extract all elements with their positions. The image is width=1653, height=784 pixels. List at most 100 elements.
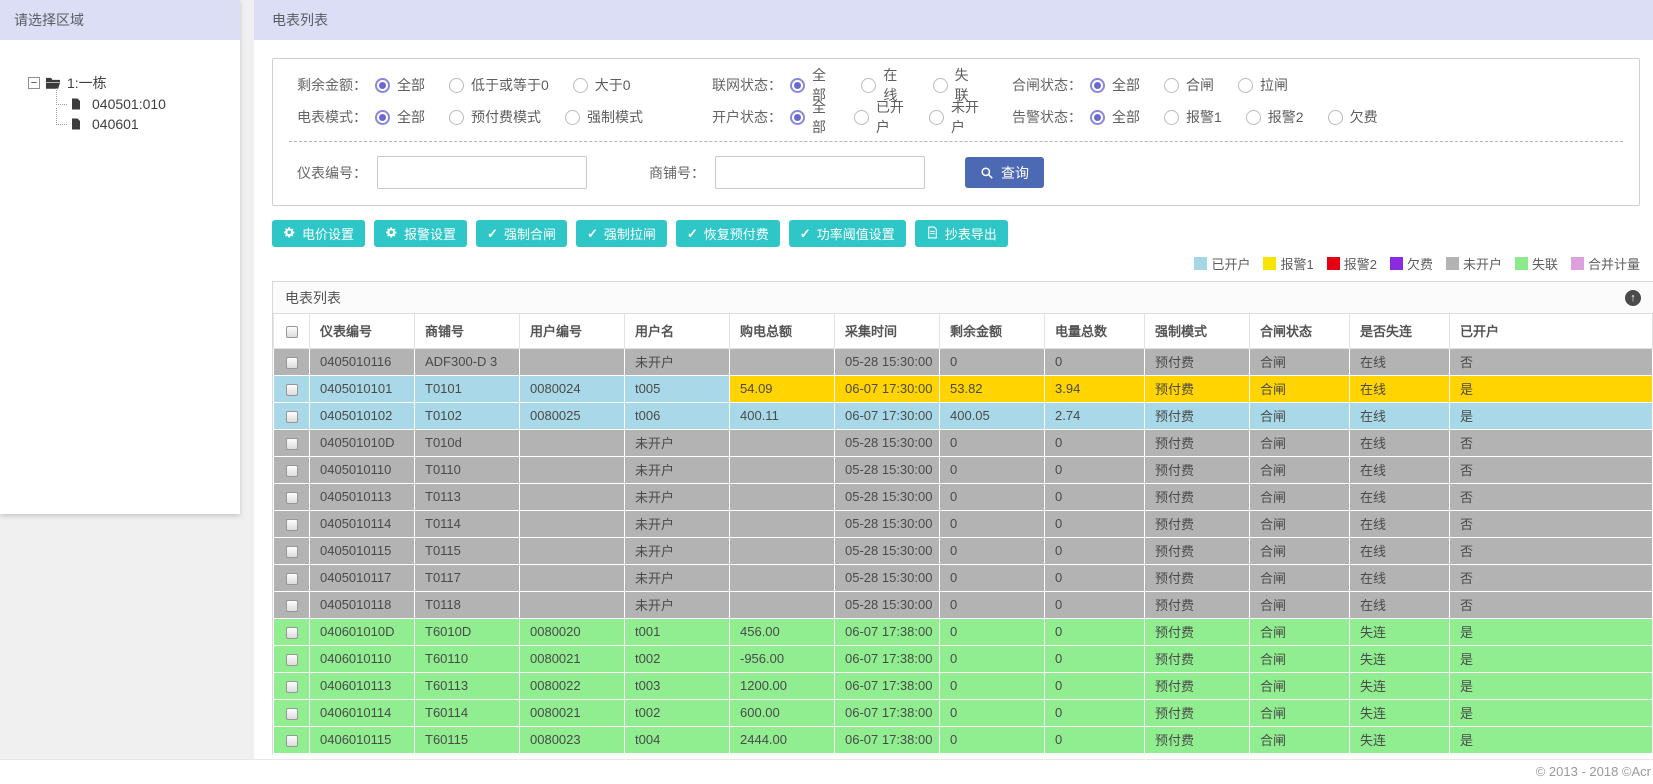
filter-group: 开户状态： 全部 已开户 未开户 xyxy=(704,97,1004,137)
table-cell: 否 xyxy=(1449,509,1653,538)
tree-node-meter[interactable]: 040501:010 xyxy=(54,88,240,114)
legend-item: 失联 xyxy=(1514,254,1558,273)
table-cell: 1200.00 xyxy=(729,671,835,700)
radio-option[interactable]: 已开户 xyxy=(853,97,905,137)
file-icon xyxy=(70,117,86,131)
toolbar-button-label: 电价设置 xyxy=(302,227,355,242)
radio-option[interactable]: 全部 xyxy=(375,107,425,127)
table-cell: 05-28 15:30:00 xyxy=(834,536,940,565)
export-button[interactable]: 抄表导出 xyxy=(914,220,1008,247)
table-cell: 0405010118 xyxy=(309,590,415,619)
table-cell: 是 xyxy=(1449,617,1653,646)
radio-icon xyxy=(1327,109,1343,125)
table-cell: 预付费 xyxy=(1144,455,1250,484)
table-cell: 未开户 xyxy=(624,347,730,376)
radio-option[interactable]: 全部 xyxy=(790,97,830,137)
row-checkbox[interactable] xyxy=(285,356,298,369)
main-content: 剩余金额： 全部 低于或等于0 大于0 联网状态： 全部 在线 失联 合闸状态： 全部 合闸 拉闸 电表… xyxy=(254,40,1653,758)
row-checkbox[interactable] xyxy=(285,734,298,747)
radio-option[interactable]: 合闸 xyxy=(1164,75,1214,95)
row-checkbox[interactable] xyxy=(285,599,298,612)
query-button-label: 查询 xyxy=(1001,164,1029,181)
row-checkbox-cell xyxy=(273,536,310,565)
radio-label: 全部 xyxy=(1112,77,1140,93)
power-threshold-button[interactable]: ✓ 功率阈值设置 xyxy=(788,220,906,247)
radio-option[interactable]: 拉闸 xyxy=(1238,75,1288,95)
row-checkbox[interactable] xyxy=(285,626,298,639)
tree-collapse-icon[interactable]: − xyxy=(28,77,40,89)
radio-icon xyxy=(375,109,390,125)
table-cell xyxy=(519,428,625,457)
force-close-button[interactable]: ✓ 强制合闸 xyxy=(476,220,567,247)
shop-no-input[interactable] xyxy=(715,156,925,189)
table-cell xyxy=(729,455,835,484)
radio-option[interactable]: 低于或等于0 xyxy=(449,75,549,95)
radio-option[interactable]: 报警2 xyxy=(1245,107,1304,127)
table-cell: 是 xyxy=(1449,671,1653,700)
tree-node-label: 040501:010 xyxy=(92,96,166,112)
table-cell: 53.82 xyxy=(939,374,1045,403)
query-button[interactable]: 查询 xyxy=(965,157,1044,188)
table-cell xyxy=(729,347,835,376)
row-checkbox[interactable] xyxy=(285,410,298,423)
collapse-panel-icon[interactable]: ↑ xyxy=(1625,289,1641,306)
filter-group: 电表模式： 全部 预付费模式 强制模式 xyxy=(289,107,704,127)
tree-node-label: 040601 xyxy=(92,116,139,132)
legend-item: 欠费 xyxy=(1389,254,1433,273)
table-cell: 0080025 xyxy=(519,401,625,430)
radio-option[interactable]: 欠费 xyxy=(1327,107,1378,127)
table-cell xyxy=(519,509,625,538)
radio-label: 低于或等于0 xyxy=(471,77,549,93)
table-cell: 预付费 xyxy=(1144,644,1250,673)
table-cell: 否 xyxy=(1449,536,1653,565)
radio-icon xyxy=(1090,77,1105,93)
table-panel-header: 电表列表 ↑ xyxy=(273,282,1653,314)
row-checkbox[interactable] xyxy=(285,707,298,720)
force-open-button[interactable]: ✓ 强制拉闸 xyxy=(575,220,667,247)
tree-node-meter[interactable]: 040601 xyxy=(54,108,240,134)
meter-no-input[interactable] xyxy=(377,156,587,189)
legend-label: 报警1 xyxy=(1280,256,1314,272)
radio-option[interactable]: 报警1 xyxy=(1164,107,1222,127)
radio-option[interactable]: 预付费模式 xyxy=(449,107,541,127)
radio-option[interactable]: 大于0 xyxy=(572,75,631,95)
select-all-checkbox[interactable] xyxy=(285,325,298,338)
column-header: 合闸状态 xyxy=(1249,314,1350,349)
row-checkbox[interactable] xyxy=(285,572,298,585)
table-cell: 0 xyxy=(1044,617,1145,646)
row-checkbox-cell xyxy=(273,455,310,484)
row-checkbox[interactable] xyxy=(285,653,298,666)
radio-option[interactable]: 全部 xyxy=(375,75,425,95)
legend-item: 合并计量 xyxy=(1570,254,1640,273)
radio-option[interactable]: 强制模式 xyxy=(565,107,643,127)
row-checkbox[interactable] xyxy=(285,383,298,396)
row-checkbox[interactable] xyxy=(285,680,298,693)
radio-label: 报警1 xyxy=(1186,109,1222,125)
alarm-setting-button[interactable]: 报警设置 xyxy=(374,220,468,247)
row-checkbox-cell xyxy=(273,644,310,673)
radio-option[interactable]: 全部 xyxy=(1090,75,1140,95)
table-cell: 06-07 17:38:00 xyxy=(834,671,940,700)
table-cell xyxy=(729,590,835,619)
row-checkbox[interactable] xyxy=(285,518,298,531)
table-cell: T6010D xyxy=(414,617,520,646)
price-setting-button[interactable]: 电价设置 xyxy=(272,220,366,247)
row-checkbox[interactable] xyxy=(285,491,298,504)
radio-option[interactable]: 未开户 xyxy=(928,97,980,137)
radio-option[interactable]: 全部 xyxy=(1090,107,1140,127)
filter-group-label: 开户状态： xyxy=(712,109,782,125)
restore-prepaid-button[interactable]: ✓ 恢复预付费 xyxy=(675,220,780,247)
radio-icon xyxy=(1245,109,1261,125)
table-cell: 预付费 xyxy=(1144,401,1250,430)
row-checkbox[interactable] xyxy=(285,545,298,558)
table-cell: 0405010102 xyxy=(309,401,415,430)
table-cell: 合闸 xyxy=(1249,563,1350,592)
check-icon: ✓ xyxy=(686,225,698,241)
table-cell: 失连 xyxy=(1349,698,1450,727)
meter-no-label: 仪表编号： xyxy=(297,164,367,181)
row-checkbox[interactable] xyxy=(285,464,298,477)
table-cell: 05-28 15:30:00 xyxy=(834,347,940,376)
legend-label: 欠费 xyxy=(1406,256,1433,272)
row-checkbox[interactable] xyxy=(285,437,298,450)
table-cell: t004 xyxy=(624,725,730,754)
